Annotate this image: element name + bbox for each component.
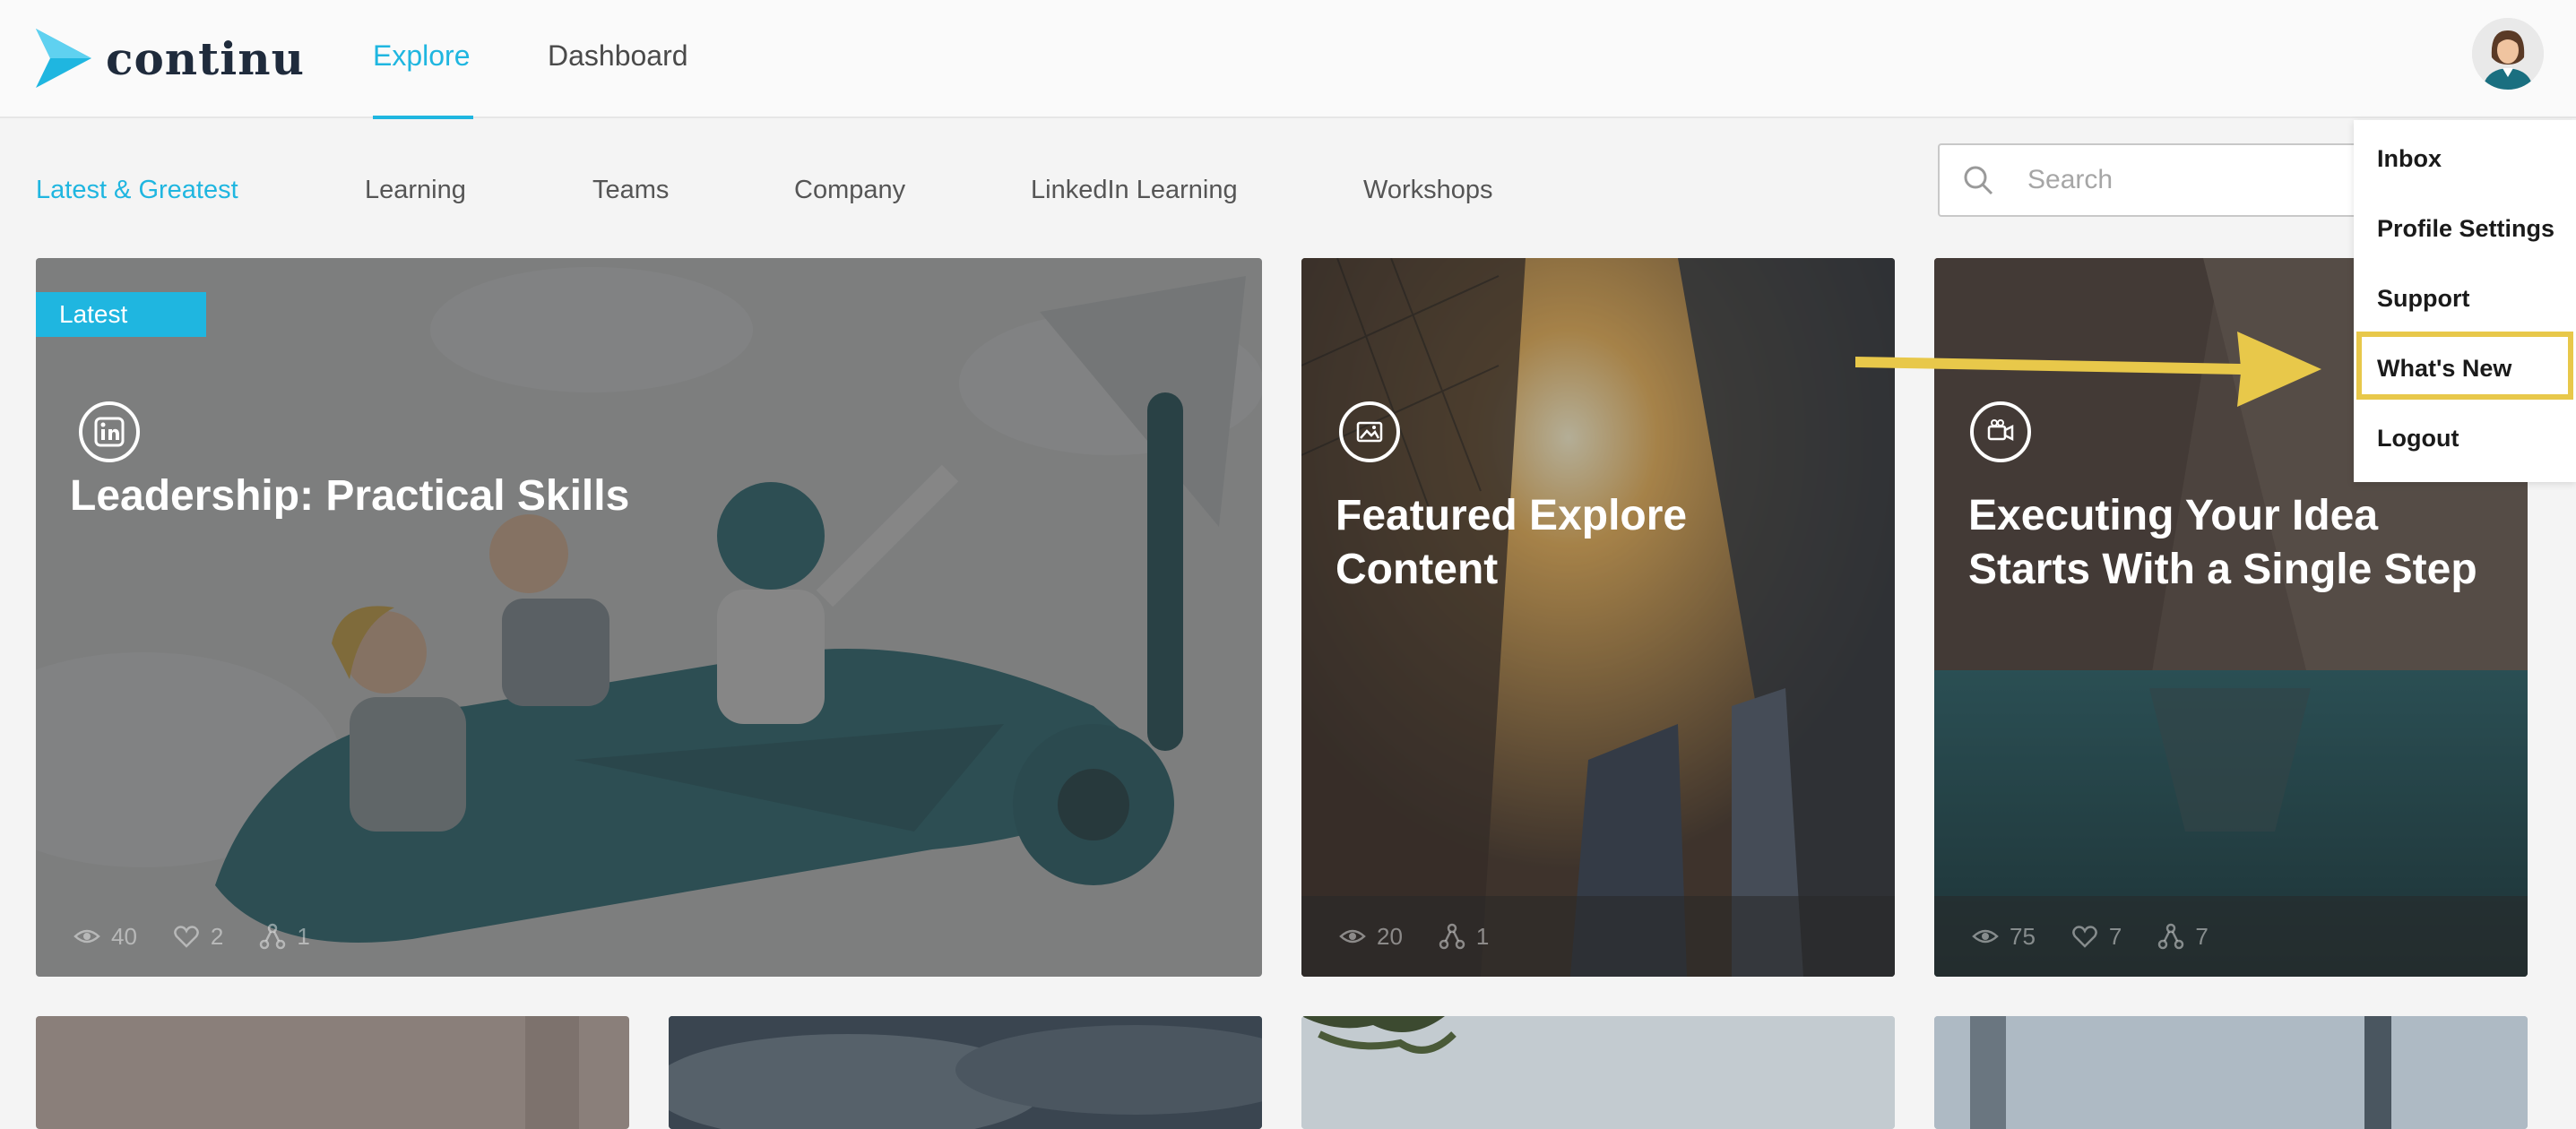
card-title-line-1: Executing Your Idea: [1968, 492, 2379, 539]
category-teams[interactable]: Teams: [592, 176, 669, 205]
search-icon: [1964, 166, 1993, 195]
likes-count: 7: [2108, 922, 2122, 950]
card-image-clouds: [669, 1016, 1262, 1129]
content-card-row2-3[interactable]: [1301, 1016, 1895, 1129]
video-icon: [1970, 401, 2031, 462]
shares-stat: 1: [259, 922, 310, 951]
card-image-wall: [525, 1016, 579, 1129]
card-title-line-2: Content: [1336, 546, 1499, 593]
content-card-featured-explore[interactable]: Featured Explore Content 20 1: [1301, 258, 1895, 977]
active-tab-indicator: [373, 116, 473, 119]
card-stats: 40 2 1: [36, 896, 1262, 977]
shares-count: 1: [297, 922, 310, 950]
logo-wordmark: continu: [106, 31, 305, 85]
menu-item-inbox[interactable]: Inbox: [2377, 145, 2442, 173]
shares-stat: 7: [2157, 922, 2209, 951]
tab-dashboard[interactable]: Dashboard: [548, 39, 688, 73]
views-count: 75: [2010, 922, 2036, 950]
category-linkedin-learning[interactable]: LinkedIn Learning: [1031, 176, 1238, 205]
search-input[interactable]: [2027, 165, 2350, 195]
card-title-line-1: Featured Explore: [1336, 492, 1688, 539]
image-icon: [1339, 401, 1400, 462]
content-card-leadership[interactable]: Latest Leadership: Practical Skills 40 2…: [36, 258, 1262, 977]
shares-count: 1: [1475, 922, 1490, 950]
card-stats: 75 7 7: [1934, 896, 2528, 977]
likes-count: 2: [210, 922, 224, 950]
card-dim-overlay: [36, 258, 1262, 977]
card-title: Executing Your Idea Starts With a Single…: [1968, 489, 2477, 597]
card-title: Leadership: Practical Skills: [70, 472, 630, 520]
heart-icon: [2072, 926, 2097, 948]
likes-stat: 7: [2071, 923, 2122, 951]
card-stats: 20 1: [1301, 896, 1895, 977]
whats-new-highlight-box: [2356, 332, 2573, 400]
menu-item-logout[interactable]: Logout: [2377, 425, 2459, 452]
user-menu-dropdown: Inbox Profile Settings Support What's Ne…: [2354, 120, 2576, 482]
likes-stat: 2: [173, 923, 223, 951]
logo-arrow-icon: [36, 29, 91, 88]
views-count: 20: [1377, 922, 1403, 950]
linkedin-icon: [79, 401, 140, 462]
card-title-line-2: Starts With a Single Step: [1968, 546, 2477, 593]
content-card-row2-4[interactable]: [1934, 1016, 2528, 1129]
card-dim-overlay: [1301, 258, 1895, 977]
card-image-trees: [1301, 1016, 1895, 1129]
category-company[interactable]: Company: [794, 176, 905, 205]
continu-logo[interactable]: continu: [36, 27, 305, 90]
tab-explore[interactable]: Explore: [373, 39, 471, 73]
content-card-row2-2[interactable]: [669, 1016, 1262, 1129]
menu-item-profile-settings[interactable]: Profile Settings: [2377, 215, 2554, 243]
latest-badge: Latest: [36, 292, 206, 337]
card-image-tower: [1934, 1016, 2528, 1129]
user-avatar[interactable]: [2472, 18, 2544, 90]
views-stat: 40: [73, 923, 137, 951]
content-card-row2-1[interactable]: [36, 1016, 629, 1129]
eye-icon: [73, 929, 100, 944]
category-latest-greatest[interactable]: Latest & Greatest: [36, 176, 238, 205]
category-learning[interactable]: Learning: [365, 176, 466, 205]
heart-icon: [174, 926, 199, 948]
eye-icon: [1972, 929, 1999, 944]
shares-count: 7: [2195, 922, 2209, 950]
category-workshops[interactable]: Workshops: [1363, 176, 1493, 205]
views-stat: 20: [1339, 923, 1403, 951]
share-network-icon: [2158, 923, 2184, 950]
avatar-person-icon: [2472, 18, 2544, 90]
share-network-icon: [1439, 923, 1465, 950]
menu-item-support[interactable]: Support: [2377, 285, 2469, 313]
eye-icon: [1339, 929, 1366, 944]
share-network-icon: [260, 923, 286, 950]
top-header: continu Explore Dashboard: [0, 0, 2576, 119]
shares-stat: 1: [1439, 923, 1489, 951]
views-count: 40: [111, 922, 137, 950]
card-title: Featured Explore Content: [1336, 489, 1687, 597]
views-stat: 75: [1972, 923, 2036, 951]
